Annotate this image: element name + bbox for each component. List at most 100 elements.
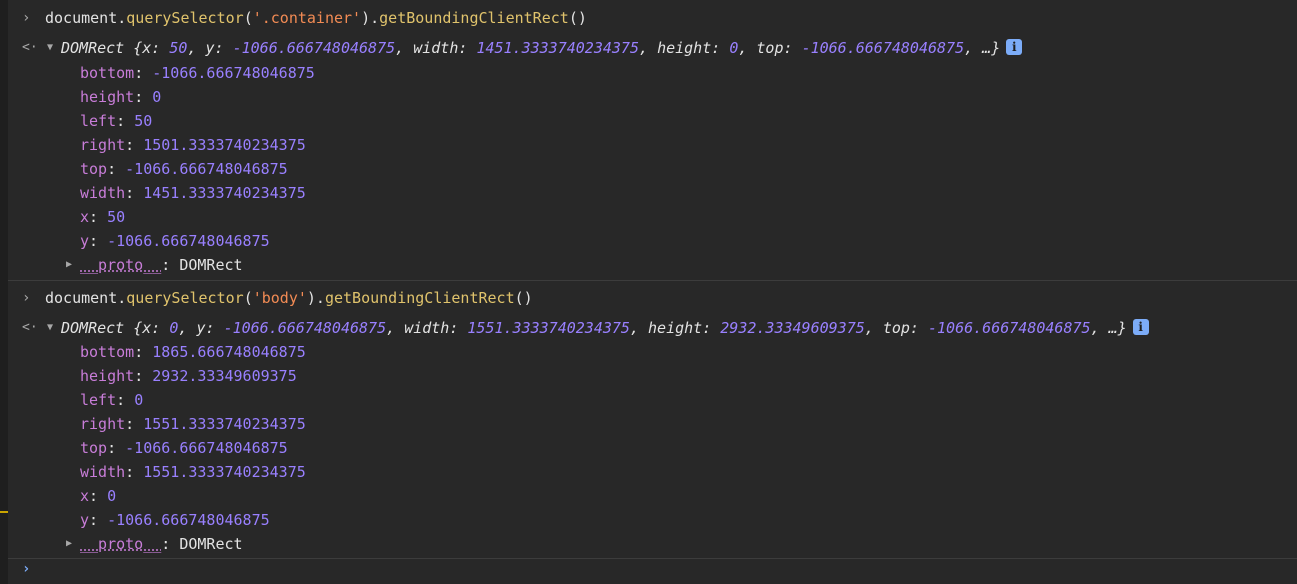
proto-key: __proto__	[80, 256, 162, 274]
property-key: left	[80, 391, 117, 409]
property-value: 1551.3333740234375	[143, 463, 306, 481]
property-colon: :	[134, 64, 153, 82]
proto-value: DOMRect	[179, 535, 243, 553]
property-row: top: -1066.666748046875	[80, 436, 288, 460]
property-key: top	[80, 439, 108, 457]
cmd-string-arg: 'body'	[252, 289, 307, 307]
property-value: 0	[152, 88, 162, 106]
property-value: 50	[107, 208, 126, 226]
console-entry: › document.querySelector('body').getBoun…	[8, 280, 1297, 559]
summary-sep: , …}	[964, 39, 1001, 57]
triangle-down-icon[interactable]: ▼	[47, 316, 53, 340]
property-key: y	[80, 232, 90, 250]
property-colon: :	[116, 391, 135, 409]
property-colon: :	[134, 367, 153, 385]
command-text[interactable]: document.querySelector('.container').get…	[45, 6, 587, 30]
property-row: width: 1551.3333740234375	[80, 460, 306, 484]
summary-sep: ,	[738, 39, 757, 57]
property-value: -1066.666748046875	[125, 439, 288, 457]
summary-value: -1066.666748046875	[928, 319, 1091, 337]
property-row: bottom: 1865.666748046875	[80, 340, 306, 364]
property-row: right: 1501.3333740234375	[80, 133, 306, 157]
console-input[interactable]: ›	[8, 558, 1297, 584]
property-colon: :	[134, 88, 153, 106]
summary-key: width:	[413, 39, 477, 57]
property-value: 1501.3333740234375	[143, 136, 306, 154]
property-key: width	[80, 184, 126, 202]
property-key: height	[80, 367, 135, 385]
info-icon[interactable]: i	[1006, 39, 1023, 55]
cmd-function: querySelector	[126, 9, 244, 27]
object-summary[interactable]: DOMRect {x: 0, y: -1066.666748046875, wi…	[61, 316, 1149, 340]
summary-key: y:	[205, 39, 233, 57]
proto-key: __proto__	[80, 535, 162, 553]
property-value: -1066.666748046875	[107, 511, 270, 529]
triangle-right-icon[interactable]: ▶	[66, 253, 72, 277]
property-colon: :	[116, 112, 135, 130]
cmd-object: document.	[45, 289, 127, 307]
cmd-function: getBoundingClientRect	[324, 289, 515, 307]
property-value: 2932.33349609375	[152, 367, 297, 385]
triangle-down-icon[interactable]: ▼	[47, 36, 53, 60]
property-row: left: 0	[80, 388, 143, 412]
property-row: left: 50	[80, 109, 152, 133]
property-colon: :	[125, 415, 144, 433]
property-key: bottom	[80, 64, 135, 82]
property-value: 1551.3333740234375	[143, 415, 306, 433]
property-row: right: 1551.3333740234375	[80, 412, 306, 436]
summary-type: DOMRect	[61, 319, 125, 337]
cmd-paren-close: ).	[306, 289, 325, 307]
result-return-icon: <·	[22, 40, 38, 55]
property-row: x: 50	[80, 205, 125, 229]
cmd-function: getBoundingClientRect	[379, 9, 569, 27]
summary-sep: ,	[386, 319, 405, 337]
property-colon: :	[134, 343, 153, 361]
summary-value: 1551.3333740234375	[467, 319, 630, 337]
property-row: top: -1066.666748046875	[80, 157, 288, 181]
property-value: 50	[134, 112, 153, 130]
summary-key: width:	[404, 319, 468, 337]
console-entry: › document.querySelector('.container').g…	[8, 0, 1297, 280]
summary-key: height:	[648, 319, 721, 337]
object-summary[interactable]: DOMRect {x: 50, y: -1066.666748046875, w…	[61, 36, 1023, 60]
summary-sep: , …}	[1090, 319, 1127, 337]
info-icon[interactable]: i	[1132, 319, 1149, 335]
property-row: width: 1451.3333740234375	[80, 181, 306, 205]
property-row: y: -1066.666748046875	[80, 508, 270, 532]
summary-value: 1451.3333740234375	[476, 39, 639, 57]
property-row: height: 0	[80, 85, 161, 109]
console-panel: › document.querySelector('.container').g…	[8, 0, 1297, 584]
summary-key: top:	[756, 39, 802, 57]
cmd-object: document.	[45, 9, 127, 27]
command-text[interactable]: document.querySelector('body').getBoundi…	[45, 286, 533, 310]
summary-value: -1066.666748046875	[801, 39, 965, 57]
property-key: bottom	[80, 343, 135, 361]
property-row: y: -1066.666748046875	[80, 229, 270, 253]
summary-sep: ,	[629, 319, 649, 337]
summary-sep: ,	[178, 319, 197, 337]
property-value: 0	[134, 391, 144, 409]
cmd-call-parens: ()	[514, 289, 533, 307]
triangle-right-icon[interactable]: ▶	[66, 532, 72, 556]
summary-value: 0	[729, 39, 739, 57]
property-value: 0	[107, 487, 117, 505]
property-colon: :	[107, 439, 126, 457]
property-colon: :	[89, 232, 108, 250]
chevron-right-icon: ›	[22, 290, 31, 306]
property-colon: :	[89, 511, 108, 529]
chevron-right-icon: ›	[22, 561, 31, 577]
summary-brace: {	[133, 39, 143, 57]
property-row: height: 2932.33349609375	[80, 364, 297, 388]
console-left-gutter	[0, 0, 8, 584]
summary-value: -1066.666748046875	[232, 39, 396, 57]
property-key: left	[80, 112, 117, 130]
property-value: -1066.666748046875	[152, 64, 315, 82]
summary-key: height:	[657, 39, 730, 57]
property-key: right	[80, 415, 126, 433]
property-colon: :	[161, 535, 180, 553]
property-key: width	[80, 463, 126, 481]
summary-sep: ,	[639, 39, 658, 57]
property-colon: :	[161, 256, 180, 274]
chevron-right-icon: ›	[22, 10, 31, 26]
property-key: x	[80, 487, 90, 505]
